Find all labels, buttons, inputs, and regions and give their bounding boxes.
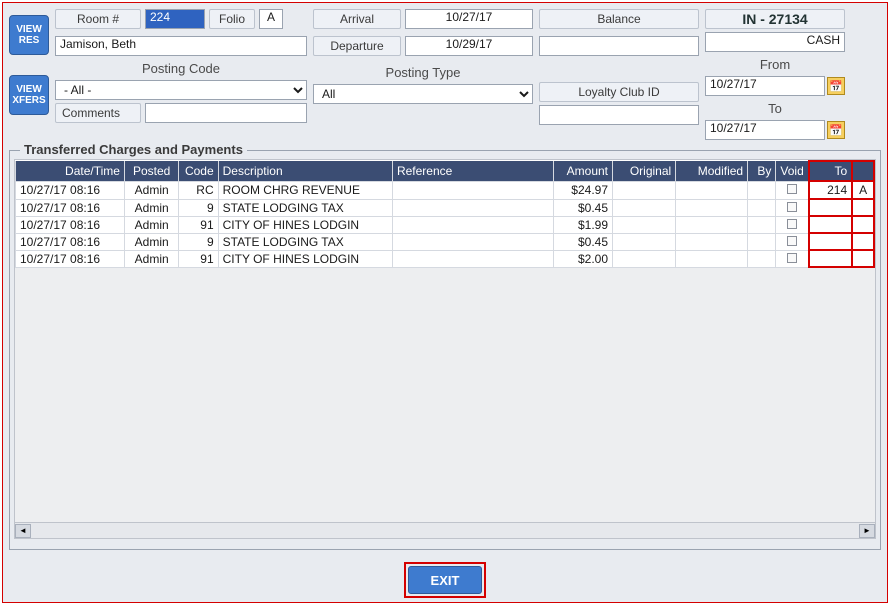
col-code[interactable]: Code xyxy=(179,161,218,181)
col-dates: Arrival 10/27/17 Departure 10/29/17 Post… xyxy=(313,9,533,104)
table-row[interactable]: 10/27/17 08:16Admin9STATE LODGING TAX$0.… xyxy=(16,233,875,250)
folio-input[interactable]: A xyxy=(259,9,283,29)
balance-field[interactable] xyxy=(539,36,699,56)
col-posted[interactable]: Posted xyxy=(124,161,178,181)
calendar-icon[interactable] xyxy=(827,121,845,139)
col-date-time[interactable]: Date/Time xyxy=(16,161,125,181)
calendar-icon[interactable] xyxy=(827,77,845,95)
posting-code-label: Posting Code xyxy=(55,59,307,77)
left-buttons: VIEW RES VIEW XFERS xyxy=(9,9,49,115)
col-amount[interactable]: Amount xyxy=(554,161,613,181)
to-date-field[interactable]: 10/27/17 xyxy=(705,120,825,140)
room-label: Room # xyxy=(55,9,141,29)
from-label: From xyxy=(705,55,845,73)
arrival-label: Arrival xyxy=(313,9,401,29)
grid-wrap: Date/Time Posted Code Description Refere… xyxy=(14,159,876,539)
void-checkbox[interactable] xyxy=(787,184,797,194)
invoice-number: IN - 27134 xyxy=(705,9,845,29)
guest-name-field[interactable]: Jamison, Beth xyxy=(55,36,307,56)
table-row[interactable]: 10/27/17 08:16Admin9STATE LODGING TAX$0.… xyxy=(16,199,875,216)
departure-label: Departure xyxy=(313,36,401,56)
footer: EXIT xyxy=(3,562,887,598)
app-window: VIEW RES VIEW XFERS Room # 224 Folio A J… xyxy=(2,2,888,603)
col-void[interactable]: Void xyxy=(776,161,809,181)
grid-header-row: Date/Time Posted Code Description Refere… xyxy=(16,161,875,181)
void-checkbox[interactable] xyxy=(787,236,797,246)
view-xfers-button[interactable]: VIEW XFERS xyxy=(9,75,49,115)
loyalty-label: Loyalty Club ID xyxy=(539,82,699,102)
table-row[interactable]: 10/27/17 08:16Admin91CITY OF HINES LODGI… xyxy=(16,250,875,267)
posting-type-label: Posting Type xyxy=(313,63,533,81)
to-label: To xyxy=(705,99,845,117)
exit-button[interactable]: EXIT xyxy=(408,566,482,594)
col-description[interactable]: Description xyxy=(218,161,392,181)
table-row[interactable]: 10/27/17 08:16Admin91CITY OF HINES LODGI… xyxy=(16,216,875,233)
panel-title: Transferred Charges and Payments xyxy=(20,142,247,157)
col-original[interactable]: Original xyxy=(613,161,676,181)
comments-label: Comments xyxy=(55,103,141,123)
transferred-charges-panel: Transferred Charges and Payments Date/Ti… xyxy=(9,150,881,550)
col-reference[interactable]: Reference xyxy=(392,161,553,181)
arrival-field[interactable]: 10/27/17 xyxy=(405,9,533,29)
col-right: IN - 27134 CASH From 10/27/17 To 10/27/1… xyxy=(705,9,845,140)
loyalty-field[interactable] xyxy=(539,105,699,125)
departure-field[interactable]: 10/29/17 xyxy=(405,36,533,56)
posting-code-select[interactable]: - All - xyxy=(55,80,307,100)
col-room: Room # 224 Folio A Jamison, Beth Posting… xyxy=(55,9,307,127)
balance-label: Balance xyxy=(539,9,699,29)
exit-highlight: EXIT xyxy=(404,562,486,598)
scroll-right-icon[interactable]: ► xyxy=(859,524,875,538)
col-modified[interactable]: Modified xyxy=(676,161,748,181)
col-to[interactable]: To xyxy=(809,161,853,181)
void-checkbox[interactable] xyxy=(787,253,797,263)
comments-input[interactable] xyxy=(145,103,307,123)
room-input[interactable]: 224 xyxy=(145,9,205,29)
pay-type-field: CASH xyxy=(705,32,845,52)
charges-grid[interactable]: Date/Time Posted Code Description Refere… xyxy=(15,160,875,268)
view-res-button[interactable]: VIEW RES xyxy=(9,15,49,55)
col-by[interactable]: By xyxy=(748,161,776,181)
col-to-folio[interactable] xyxy=(852,161,874,181)
void-checkbox[interactable] xyxy=(787,202,797,212)
top-panel: VIEW RES VIEW XFERS Room # 224 Folio A J… xyxy=(3,3,887,146)
horizontal-scrollbar[interactable]: ◄ ► xyxy=(15,522,875,538)
scroll-left-icon[interactable]: ◄ xyxy=(15,524,31,538)
folio-label: Folio xyxy=(209,9,255,29)
col-balance: Balance Loyalty Club ID xyxy=(539,9,699,125)
posting-type-select[interactable]: All xyxy=(313,84,533,104)
void-checkbox[interactable] xyxy=(787,219,797,229)
from-date-field[interactable]: 10/27/17 xyxy=(705,76,825,96)
table-row[interactable]: 10/27/17 08:16AdminRCROOM CHRG REVENUE$2… xyxy=(16,181,875,199)
